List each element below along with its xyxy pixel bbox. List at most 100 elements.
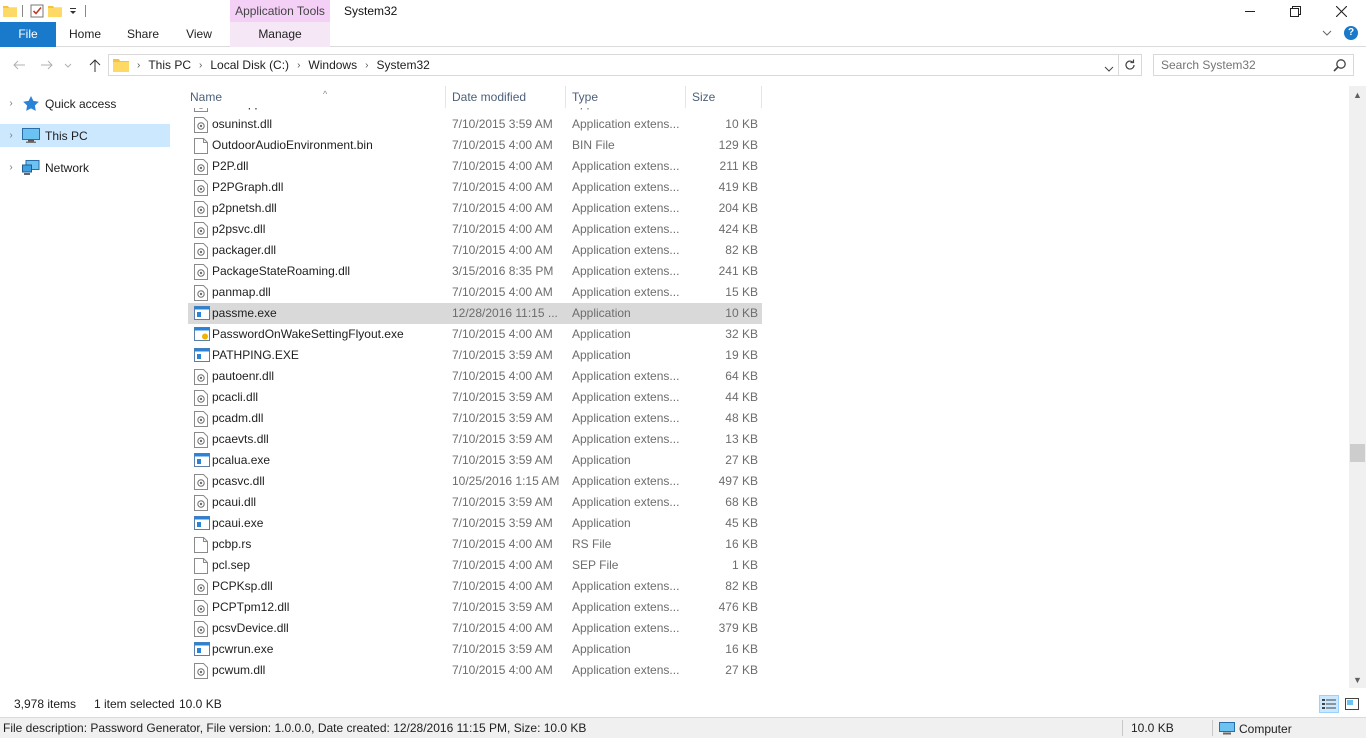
item-count: 3,978 items (14, 697, 77, 711)
tab-share[interactable]: Share (118, 22, 168, 47)
address-bar[interactable]: › This PC › Local Disk (C:) › Windows › … (108, 54, 1119, 76)
file-row[interactable]: OutdoorAudioEnvironment.bin 7/10/2015 4:0… (188, 135, 762, 156)
star-icon (22, 96, 40, 112)
sort-ascending-icon: ^ (323, 89, 328, 99)
column-header-date-modified[interactable]: Date modified (446, 86, 566, 108)
large-icons-view-icon (1345, 698, 1359, 710)
properties-checkbox-icon[interactable] (29, 3, 45, 19)
tab-home[interactable]: Home (60, 22, 110, 47)
tab-manage[interactable]: Manage (230, 22, 330, 47)
details-size: 10.0 KB (1131, 721, 1174, 735)
file-name: pcl.sep (212, 558, 251, 572)
file-row[interactable]: PackageStateRoaming.dll 3/15/2016 8:35 PM… (188, 261, 762, 282)
file-name: packager.dll (212, 243, 277, 257)
file-size: 16 KB (725, 642, 758, 656)
column-header-type[interactable]: Type (566, 86, 686, 108)
file-row[interactable]: pcasvc.dll 10/25/2016 1:15 AM Application … (188, 471, 762, 492)
column-header-size[interactable]: Size (686, 86, 762, 108)
file-row[interactable]: pcalua.exe 7/10/2015 3:59 AM Application 27… (188, 450, 762, 471)
back-button[interactable] (10, 56, 28, 74)
file-date-modified: 7/10/2015 4:00 AM (452, 138, 553, 152)
file-row[interactable]: p2pnetsh.dll 7/10/2015 4:00 AM Application… (188, 198, 762, 219)
file-row[interactable]: pcacli.dll 7/10/2015 3:59 AM Application e… (188, 387, 762, 408)
customize-toolbar-dropdown-icon[interactable] (65, 3, 81, 19)
file-size: 44 KB (725, 390, 758, 404)
forward-button[interactable] (38, 56, 56, 74)
column-header-bar: Name ^ Date modified Type Size (172, 86, 1349, 108)
column-header-name[interactable]: Name ^ (184, 86, 446, 108)
file-row[interactable]: pcwrun.exe 7/10/2015 3:59 AM Application 16… (188, 639, 762, 660)
breadcrumb-chevron-icon[interactable]: › (365, 60, 368, 71)
breadcrumb-chevron-icon[interactable]: › (297, 60, 300, 71)
file-date-modified: 7/10/2015 3:59 AM (452, 411, 553, 425)
file-row[interactable]: panmap.dll 7/10/2015 4:00 AM Application e… (188, 282, 762, 303)
scroll-down-arrow-icon[interactable]: ▼ (1349, 671, 1366, 688)
breadcrumb-chevron-icon[interactable]: › (137, 60, 140, 71)
crumb-windows[interactable]: Windows (308, 58, 357, 72)
file-name: pcacli.dll (212, 390, 259, 404)
file-type: Application (572, 516, 631, 530)
file-row[interactable]: osuninst.dll 7/10/2015 3:59 AM Application… (188, 114, 762, 135)
file-row[interactable]: PATHPING.EXE 7/10/2015 3:59 AM Application… (188, 345, 762, 366)
forward-arrow-icon (41, 60, 53, 70)
crumb-local-disk[interactable]: Local Disk (C:) (210, 58, 289, 72)
help-icon[interactable]: ? (1344, 26, 1358, 40)
file-date-modified: 7/10/2015 4:00 AM (452, 579, 553, 593)
large-icons-view-button[interactable] (1342, 695, 1362, 713)
nav-item-this-pc[interactable]: › This PC (0, 124, 170, 147)
file-row[interactable]: pcadm.dll 7/10/2015 3:59 AM Application ex… (188, 408, 762, 429)
file-name: PCPTpm12.dll (212, 600, 290, 614)
file-row[interactable]: packager.dll 7/10/2015 4:00 AM Application… (188, 240, 762, 261)
file-size: 10 KB (725, 117, 758, 131)
scrollbar-thumb[interactable] (1350, 444, 1365, 462)
minimize-button[interactable] (1227, 0, 1273, 22)
expand-chevron-icon[interactable]: › (0, 130, 22, 141)
refresh-button[interactable] (1119, 54, 1142, 76)
search-input[interactable] (1154, 55, 1329, 75)
file-date-modified: 10/25/2016 1:15 AM (452, 474, 560, 488)
file-row[interactable]: PCPTpm12.dll 7/10/2015 3:59 AM Application… (188, 597, 762, 618)
close-button[interactable] (1318, 0, 1364, 22)
file-type: Application extens... (572, 579, 680, 593)
nav-item-network[interactable]: › Network (0, 156, 170, 179)
file-date-modified: 7/10/2015 3:59 AM (452, 453, 553, 467)
file-row[interactable]: pcaevts.dll 7/10/2015 3:59 AM Application … (188, 429, 762, 450)
file-row[interactable]: pcsvDevice.dll 7/10/2015 4:00 AM Applicati… (188, 618, 762, 639)
file-size: 241 KB (718, 264, 758, 278)
tab-file[interactable]: File (0, 22, 56, 47)
file-row[interactable]: pcbp.rs 7/10/2015 4:00 AM RS File 16 KB (188, 534, 762, 555)
file-row[interactable]: pcl.sep 7/10/2015 4:00 AM SEP File 1 KB (188, 555, 762, 576)
expand-chevron-icon[interactable]: › (0, 98, 22, 109)
new-folder-icon[interactable] (47, 3, 63, 19)
nav-item-quick-access[interactable]: › Quick access (0, 92, 170, 115)
tab-view[interactable]: View (176, 22, 222, 47)
file-row[interactable]: PCPKsp.dll 7/10/2015 4:00 AM Application e… (188, 576, 762, 597)
file-row[interactable]: pcaui.exe 7/10/2015 3:59 AM Application 45 … (188, 513, 762, 534)
expand-ribbon-chevron-icon[interactable] (1322, 30, 1332, 36)
vertical-scrollbar[interactable]: ▲ ▼ (1349, 86, 1366, 688)
details-view-button[interactable] (1319, 695, 1339, 713)
file-row[interactable]: passme.exe 12/28/2016 11:15 ... Applicatio… (188, 303, 762, 324)
breadcrumb-chevron-icon[interactable]: › (199, 60, 202, 71)
up-button[interactable] (86, 56, 104, 74)
expand-chevron-icon[interactable]: › (0, 162, 22, 173)
file-row[interactable]: pcwum.dll 7/10/2015 4:00 AM Application ex… (188, 660, 762, 681)
application-icon (194, 642, 210, 658)
file-row[interactable]: pcaui.dll 7/10/2015 3:59 AM Application ex… (188, 492, 762, 513)
file-size: 82 KB (725, 243, 758, 257)
crumb-system32[interactable]: System32 (376, 58, 429, 72)
file-row[interactable]: p2psvc.dll 7/10/2015 4:00 AM Application e… (188, 219, 762, 240)
scroll-up-arrow-icon[interactable]: ▲ (1349, 86, 1366, 103)
recent-locations-button[interactable] (62, 56, 74, 74)
restore-button[interactable] (1272, 0, 1318, 22)
file-row[interactable]: pautoenr.dll 7/10/2015 4:00 AM Application… (188, 366, 762, 387)
file-row[interactable]: PasswordOnWakeSettingFlyout.exe 7/10/2015… (188, 324, 762, 345)
search-icon[interactable] (1333, 58, 1347, 72)
crumb-this-pc[interactable]: This PC (148, 58, 191, 72)
file-row[interactable]: P2PGraph.dll 7/10/2015 4:00 AM Application… (188, 177, 762, 198)
dll-file-icon (194, 159, 208, 175)
file-row[interactable]: P2P.dll 7/10/2015 4:00 AM Application exte… (188, 156, 762, 177)
location-folder-icon (113, 58, 129, 72)
address-history-dropdown-icon[interactable] (1104, 61, 1114, 75)
file-name: pcwum.dll (212, 663, 266, 677)
